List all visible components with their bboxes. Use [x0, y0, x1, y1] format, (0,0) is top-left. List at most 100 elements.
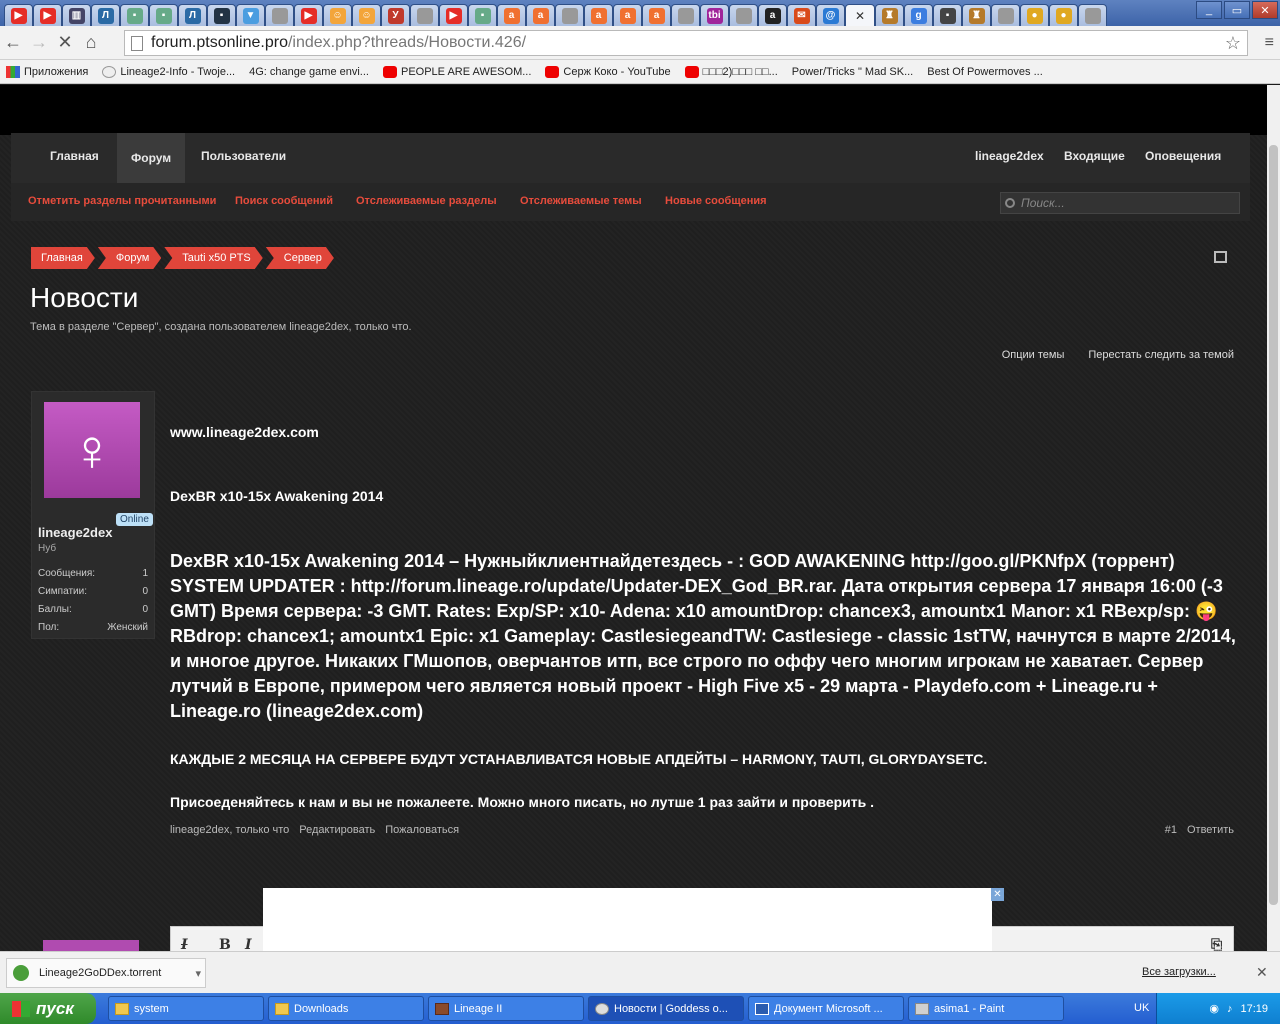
scrollbar[interactable] — [1267, 85, 1280, 951]
close-icon[interactable]: ✕ — [991, 888, 1004, 901]
browser-tab[interactable] — [991, 4, 1020, 26]
browser-tab[interactable]: a — [526, 4, 555, 26]
browser-tab[interactable]: Л — [178, 4, 207, 26]
browser-tab[interactable]: a — [613, 4, 642, 26]
browser-tab[interactable]: ▶ — [439, 4, 468, 26]
topic-options-button[interactable]: Опции темы — [1002, 349, 1065, 361]
bookmark-star-icon[interactable]: ☆ — [1225, 33, 1241, 54]
scrollbar-thumb[interactable] — [1269, 145, 1278, 905]
browser-tab[interactable]: a — [642, 4, 671, 26]
nav-inbox[interactable]: Входящие — [1064, 149, 1125, 163]
italic-icon[interactable]: I — [245, 937, 252, 951]
browser-tab[interactable] — [555, 4, 584, 26]
watched-threads-link[interactable]: Отслеживаемые темы — [520, 195, 642, 207]
edit-link[interactable]: Редактировать — [299, 824, 375, 836]
browser-tab[interactable]: ▪ — [933, 4, 962, 26]
address-bar[interactable]: forum.ptsonline.pro /index.php?threads/Н… — [124, 30, 1248, 56]
browser-tab[interactable]: g — [904, 4, 933, 26]
bookmark-item[interactable]: Серж Коко - YouTube — [545, 65, 671, 78]
browser-tab[interactable]: ▪ — [468, 4, 497, 26]
watched-forums-link[interactable]: Отслеживаемые разделы — [356, 195, 497, 207]
language-indicator[interactable]: UK — [1134, 1002, 1149, 1014]
post-meta[interactable]: lineage2dex, только что — [170, 824, 289, 836]
maximize-button[interactable]: ▭ — [1224, 1, 1250, 19]
browser-tab[interactable]: ● — [1020, 4, 1049, 26]
task-lineage[interactable]: Lineage II — [428, 996, 584, 1021]
browser-tab[interactable]: ▥ — [62, 4, 91, 26]
reply-link[interactable]: Ответить — [1187, 824, 1234, 836]
browser-tab[interactable] — [1078, 4, 1107, 26]
browser-tab[interactable]: ▪ — [120, 4, 149, 26]
browser-tab[interactable]: У — [381, 4, 410, 26]
home-button[interactable]: ⌂ — [78, 30, 104, 56]
browser-tab[interactable]: ▶ — [4, 4, 33, 26]
network-icon[interactable]: ◉ — [1209, 1002, 1219, 1015]
forward-button[interactable]: → — [26, 30, 52, 56]
chevron-down-icon[interactable]: ▾ — [195, 967, 201, 980]
nav-home[interactable]: Главная — [50, 149, 99, 163]
browser-tab[interactable]: a — [497, 4, 526, 26]
task-browser[interactable]: Новости | Goddess o... — [588, 996, 744, 1021]
bookmark-item[interactable]: □□□2)□□□ □□... — [684, 65, 778, 78]
browser-tab[interactable]: ▶ — [294, 4, 323, 26]
clear-format-icon[interactable]: I — [181, 937, 188, 951]
new-posts-link[interactable]: Новые сообщения — [665, 195, 767, 207]
bookmark-item[interactable]: Best Of Powermoves ... — [0, 66, 1043, 157]
draft-icon[interactable]: ⎘ — [1211, 937, 1222, 951]
search-posts-link[interactable]: Поиск сообщений — [235, 195, 333, 207]
nav-alerts[interactable]: Оповещения — [1145, 149, 1221, 163]
browser-tab[interactable]: ● — [1049, 4, 1078, 26]
browser-tab[interactable]: ♜ — [962, 4, 991, 26]
avatar[interactable]: ♀ — [44, 402, 140, 498]
browser-tab[interactable] — [410, 4, 439, 26]
browser-tab[interactable]: ▼ — [236, 4, 265, 26]
mark-read-link[interactable]: Отметить разделы прочитанными — [28, 195, 216, 207]
breadcrumb-home[interactable]: Главная — [31, 247, 95, 269]
back-button[interactable]: ← — [0, 30, 26, 56]
menu-icon[interactable]: ≡ — [1265, 34, 1274, 52]
stop-button[interactable]: ✕ — [52, 30, 78, 56]
nav-user-account[interactable]: lineage2dex — [975, 149, 1044, 163]
browser-tab[interactable]: ☺ — [352, 4, 381, 26]
bookmark-item[interactable]: PEOPLE ARE AWESOM... — [382, 65, 531, 78]
breadcrumb-server[interactable]: Сервер — [266, 247, 334, 269]
close-icon[interactable]: ✕ — [855, 9, 865, 23]
nav-forum[interactable]: Форум — [117, 133, 186, 183]
bookmark-item[interactable]: Power/Tricks " Mad SK... — [0, 66, 913, 157]
close-icon[interactable]: ✕ — [1256, 964, 1268, 981]
browser-tab[interactable] — [265, 4, 294, 26]
unwatch-thread-link[interactable]: Перестать следить за темой — [1088, 349, 1234, 361]
post-number[interactable]: #1 — [1165, 824, 1177, 836]
ad-popup[interactable] — [263, 888, 992, 951]
task-system[interactable]: system — [108, 996, 264, 1021]
bookmark-item[interactable]: 4G: change game envi... — [0, 66, 369, 157]
task-paint[interactable]: asima1 - Paint — [908, 996, 1064, 1021]
close-window-button[interactable]: ✕ — [1252, 1, 1278, 19]
browser-tab[interactable]: ▶ — [33, 4, 62, 26]
browser-tab[interactable] — [671, 4, 700, 26]
browser-tab[interactable]: ☺ — [323, 4, 352, 26]
tab-active[interactable]: ✕ — [845, 4, 875, 26]
browser-tab[interactable]: ✉ — [787, 4, 816, 26]
bold-icon[interactable]: B — [219, 937, 231, 951]
all-downloads-link[interactable]: Все загрузки... — [1142, 966, 1216, 978]
download-item[interactable]: Lineage2GoDDex.torrent ▾ — [6, 958, 206, 988]
nav-users[interactable]: Пользователи — [201, 149, 286, 163]
breadcrumb-forum[interactable]: Форум — [98, 247, 161, 269]
post-site-link[interactable]: www.lineage2dex.com — [170, 424, 319, 440]
popout-icon[interactable] — [1214, 251, 1227, 263]
browser-tab[interactable]: ♜ — [875, 4, 904, 26]
task-downloads[interactable]: Downloads — [268, 996, 424, 1021]
browser-tab[interactable]: tbi — [700, 4, 729, 26]
search-input[interactable]: Поиск... — [1000, 192, 1240, 214]
browser-tab[interactable]: a — [584, 4, 613, 26]
browser-tab[interactable]: a — [758, 4, 787, 26]
browser-tab[interactable] — [729, 4, 758, 26]
author-name[interactable]: lineage2dex — [38, 525, 112, 540]
report-link[interactable]: Пожаловаться — [385, 824, 459, 836]
browser-tab[interactable]: Л — [91, 4, 120, 26]
browser-tab[interactable]: ▪ — [149, 4, 178, 26]
browser-tab[interactable]: @ — [816, 4, 845, 26]
bookmark-item[interactable]: Приложения — [6, 65, 88, 78]
start-button[interactable]: пуск — [0, 993, 96, 1024]
